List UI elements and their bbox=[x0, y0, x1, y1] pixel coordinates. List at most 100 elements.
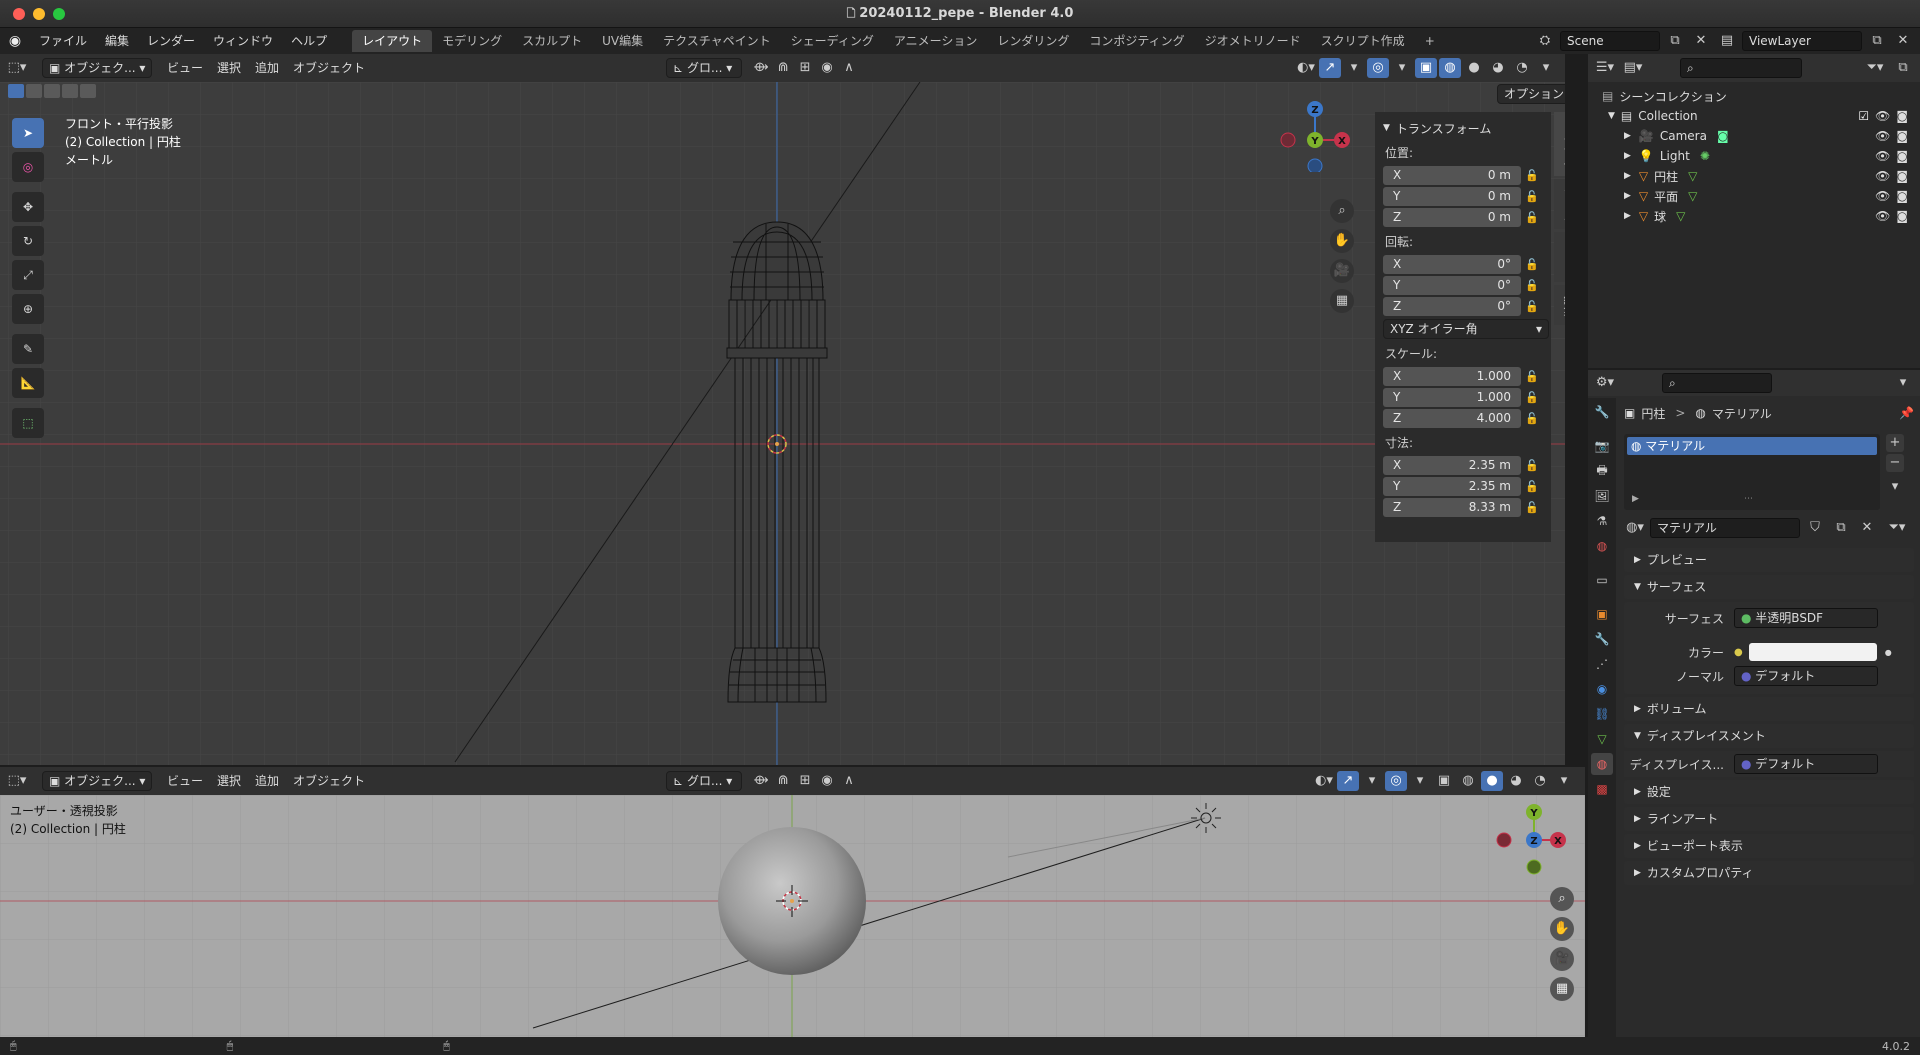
lock-icon[interactable]: 🔓 bbox=[1521, 459, 1543, 472]
lock-icon[interactable]: 🔓 bbox=[1521, 258, 1543, 271]
gizmo-dropdown-icon[interactable]: ▾ bbox=[1361, 771, 1383, 791]
eye-icon[interactable]: 👁 bbox=[1875, 189, 1890, 203]
location-z-field[interactable]: Z 0 m bbox=[1383, 207, 1521, 227]
overlays-dropdown-icon[interactable]: ▾ bbox=[1409, 771, 1431, 791]
surface-shader-field[interactable]: ● 半透明BSDF bbox=[1734, 608, 1878, 628]
properties-editor-type-icon[interactable]: ⚙▾ bbox=[1594, 373, 1616, 393]
material-name-field[interactable]: マテリアル bbox=[1650, 518, 1800, 538]
xray-toggle-icon[interactable]: ▣ bbox=[1415, 58, 1437, 78]
volume-section[interactable]: ▶ ボリューム bbox=[1624, 697, 1914, 721]
view-layer-tab-icon[interactable]: 🖼 bbox=[1591, 485, 1613, 507]
browse-material-icon[interactable]: ◍▾ bbox=[1624, 518, 1646, 538]
collection-row[interactable]: ▼ ▤ Collection ☑ 👁 ◙ bbox=[1594, 106, 1914, 126]
add-workspace-button[interactable]: + bbox=[1415, 30, 1445, 52]
ortho-grid-icon[interactable]: ▦ bbox=[1330, 289, 1354, 313]
mesh-data-icon[interactable]: ▽ bbox=[1688, 169, 1697, 183]
dimensions-x-field[interactable]: X 2.35 m bbox=[1383, 455, 1521, 475]
select-subtract-icon[interactable] bbox=[44, 84, 60, 98]
expand-arrow-icon[interactable]: ▶ bbox=[1632, 494, 1639, 504]
display-mode-icon[interactable]: ▤▾ bbox=[1622, 58, 1644, 78]
rotation-x-field[interactable]: X 0° bbox=[1383, 254, 1521, 274]
mesh-data-icon[interactable]: ▽ bbox=[1688, 189, 1697, 203]
chevron-right-icon[interactable]: ▶ bbox=[1624, 211, 1631, 221]
pan-hand-icon[interactable]: ✋ bbox=[1550, 917, 1574, 941]
tab-item[interactable]: アイテム bbox=[1554, 112, 1565, 176]
delete-viewlayer-icon[interactable]: ✕ bbox=[1892, 31, 1914, 51]
scene-collection-row[interactable]: ▤ シーンコレクション bbox=[1594, 86, 1914, 106]
rotation-mode-dropdown[interactable]: XYZ オイラー角 ▾ bbox=[1383, 319, 1549, 339]
move-tool[interactable]: ✥ bbox=[12, 192, 44, 222]
mode-dropdown[interactable]: ▣ オブジェク... ▾ bbox=[42, 771, 152, 791]
select-extend-icon[interactable] bbox=[26, 84, 42, 98]
properties-options-icon[interactable]: ▾ bbox=[1892, 373, 1914, 393]
tab-uv-editing[interactable]: UV編集 bbox=[592, 30, 653, 52]
perspective-grid-icon[interactable]: ▦ bbox=[1550, 977, 1574, 1001]
viewlayer-icon[interactable]: ▤ bbox=[1716, 31, 1738, 51]
tab-scripting[interactable]: スクリプト作成 bbox=[1311, 30, 1415, 52]
editor-type-icon[interactable]: ⬚▾ bbox=[0, 58, 34, 78]
outliner-editor-type-icon[interactable]: ☰▾ bbox=[1594, 58, 1616, 78]
orientation-dropdown[interactable]: ⊾ グロ... ▾ bbox=[666, 771, 743, 791]
tab-geometry-nodes[interactable]: ジオメトリノード bbox=[1195, 30, 1311, 52]
overlays-dropdown-icon[interactable]: ▾ bbox=[1391, 58, 1413, 78]
shading-rendered-icon[interactable]: ◔ bbox=[1529, 771, 1551, 791]
proportional-edit-icon[interactable]: ◉ bbox=[816, 771, 838, 791]
particles-tab-icon[interactable]: ⋰ bbox=[1591, 653, 1613, 675]
surface-section[interactable]: ▼ サーフェス bbox=[1624, 575, 1914, 599]
displacement-section[interactable]: ▼ ディスプレイスメント bbox=[1624, 724, 1914, 748]
shading-rendered-icon[interactable]: ◔ bbox=[1511, 58, 1533, 78]
lock-icon[interactable]: 🔓 bbox=[1521, 279, 1543, 292]
tab-rendering[interactable]: レンダリング bbox=[987, 30, 1079, 52]
settings-section[interactable]: ▶ 設定 bbox=[1624, 780, 1914, 804]
scale-x-field[interactable]: X 1.000 bbox=[1383, 366, 1521, 386]
snap-target-icon[interactable]: ⊞ bbox=[794, 58, 816, 78]
navigation-gizmo[interactable]: Y Z X bbox=[1492, 802, 1568, 878]
material-filter-icon[interactable]: ⏷▾ bbox=[1886, 518, 1908, 538]
rotation-y-field[interactable]: Y 0° bbox=[1383, 275, 1521, 295]
menu-object[interactable]: オブジェクト bbox=[286, 771, 372, 791]
tab-animation[interactable]: アニメーション bbox=[884, 30, 988, 52]
keyframe-dot-icon[interactable]: ● bbox=[1885, 648, 1892, 657]
mode-dropdown[interactable]: ▣ オブジェク... ▾ bbox=[42, 58, 152, 78]
select-box-tool[interactable]: ➤ bbox=[12, 118, 44, 148]
camera-render-icon[interactable]: ◙ bbox=[1896, 189, 1908, 203]
location-x-field[interactable]: X 0 m bbox=[1383, 165, 1521, 185]
tab-sculpt[interactable]: スカルプト bbox=[512, 30, 592, 52]
shading-solid-icon[interactable]: ● bbox=[1481, 771, 1503, 791]
lock-icon[interactable]: 🔓 bbox=[1521, 300, 1543, 313]
menu-add[interactable]: 追加 bbox=[248, 58, 286, 78]
rotate-tool[interactable]: ↻ bbox=[12, 226, 44, 256]
lock-icon[interactable]: 🔓 bbox=[1521, 412, 1543, 425]
modifier-tab-icon[interactable]: 🔧 bbox=[1591, 628, 1613, 650]
camera-render-icon[interactable]: ◙ bbox=[1896, 209, 1908, 223]
chevron-down-icon[interactable]: ▼ bbox=[1608, 111, 1615, 121]
menu-view[interactable]: ビュー bbox=[160, 771, 210, 791]
lineart-section[interactable]: ▶ ラインアート bbox=[1624, 807, 1914, 831]
add-slot-button[interactable]: + bbox=[1886, 434, 1904, 452]
select-invert-icon[interactable] bbox=[62, 84, 78, 98]
new-viewlayer-icon[interactable]: ⧉ bbox=[1866, 31, 1888, 51]
lock-icon[interactable]: 🔓 bbox=[1521, 211, 1543, 224]
outliner-item-3[interactable]: ▶ ▽ 平面 ▽ 👁 ◙ bbox=[1594, 186, 1914, 206]
overlays-toggle-icon[interactable]: ◎ bbox=[1385, 771, 1407, 791]
measure-tool[interactable]: 📐 bbox=[12, 368, 44, 398]
data-tab-icon[interactable]: ▽ bbox=[1591, 728, 1613, 750]
camera-render-icon[interactable]: ◙ bbox=[1896, 149, 1908, 163]
cursor-tool[interactable]: ◎ bbox=[12, 152, 44, 182]
eye-icon[interactable]: 👁 bbox=[1875, 109, 1890, 123]
rotation-z-field[interactable]: Z 0° bbox=[1383, 296, 1521, 316]
tab-layout[interactable]: レイアウト bbox=[352, 30, 433, 52]
tab-texture-paint[interactable]: テクスチャペイント bbox=[653, 30, 781, 52]
displacement-field[interactable]: ● デフォルト bbox=[1734, 754, 1878, 774]
shading-material-icon[interactable]: ◕ bbox=[1487, 58, 1509, 78]
chevron-right-icon[interactable]: ▶ bbox=[1624, 171, 1631, 181]
render-tab-icon[interactable]: 📷 bbox=[1591, 435, 1613, 457]
menu-window[interactable]: ウィンドウ bbox=[204, 28, 282, 54]
menu-render[interactable]: レンダー bbox=[138, 28, 204, 54]
transform-panel-header[interactable]: ▼ トランスフォーム bbox=[1383, 118, 1543, 138]
snap-icon[interactable]: ⋒ bbox=[772, 58, 794, 78]
blender-logo-icon[interactable]: ◉ bbox=[0, 33, 30, 49]
chevron-right-icon[interactable]: ▶ bbox=[1624, 131, 1631, 141]
light-data-icon[interactable]: ✺ bbox=[1700, 149, 1710, 163]
editor-type-icon[interactable]: ⬚▾ bbox=[0, 771, 34, 791]
